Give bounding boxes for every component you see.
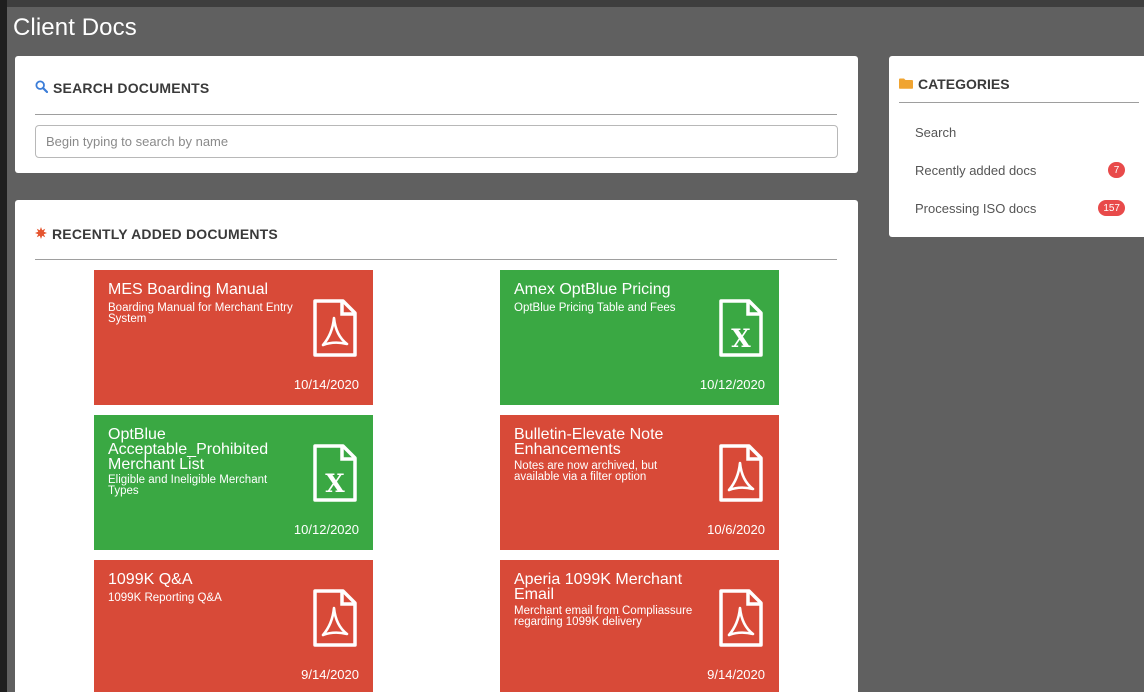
- document-date: 10/12/2020: [699, 377, 765, 392]
- pdf-file-icon: [311, 298, 359, 358]
- document-date: 10/12/2020: [293, 522, 359, 537]
- search-heading-label: SEARCH DOCUMENTS: [53, 80, 210, 96]
- document-title: Aperia 1099K Merchant Email: [514, 571, 683, 603]
- document-title: OptBlue Acceptable_Prohibited Merchant L…: [108, 426, 269, 473]
- category-label: Search: [915, 124, 957, 140]
- categories-divider: [899, 102, 1139, 103]
- document-tile[interactable]: Amex OptBlue Pricing OptBlue Pricing Tab…: [500, 270, 779, 405]
- app-title: Client Docs: [13, 14, 137, 41]
- document-description: Boarding Manual for Merchant Entry Syste…: [108, 302, 293, 325]
- document-date: 9/14/2020: [301, 667, 359, 682]
- recent-divider: [35, 259, 837, 260]
- svg-text:X: X: [731, 324, 751, 353]
- pdf-file-icon: [311, 588, 359, 648]
- search-panel: SEARCH DOCUMENTS: [15, 56, 858, 173]
- pdf-file-icon: [717, 443, 765, 503]
- excel-file-icon: X: [717, 298, 765, 358]
- document-tile[interactable]: Bulletin-Elevate Note Enhancements Notes…: [500, 415, 779, 550]
- document-description: Merchant email from Compliassure regardi…: [514, 605, 693, 628]
- category-label: Processing ISO docs: [915, 200, 1037, 216]
- window-left-border: [0, 0, 7, 692]
- search-input[interactable]: [35, 125, 838, 158]
- document-tile[interactable]: OptBlue Acceptable_Prohibited Merchant L…: [94, 415, 373, 550]
- document-description: Notes are now archived, but available vi…: [514, 460, 658, 483]
- document-date: 10/14/2020: [293, 377, 359, 392]
- excel-file-icon: X: [311, 443, 359, 503]
- document-title: 1099K Q&A: [108, 571, 193, 588]
- pdf-file-icon: [717, 588, 765, 648]
- document-title: Bulletin-Elevate Note Enhancements: [514, 426, 664, 458]
- folder-icon: [899, 76, 913, 92]
- category-item-recently-added[interactable]: Recently added docs 7: [915, 160, 1125, 180]
- search-heading: SEARCH DOCUMENTS: [35, 80, 209, 96]
- count-badge: 157: [1098, 200, 1125, 216]
- category-label: Recently added docs: [915, 162, 1037, 178]
- category-item-processing-iso[interactable]: Processing ISO docs 157: [915, 198, 1125, 218]
- document-tile[interactable]: MES Boarding Manual Boarding Manual for …: [94, 270, 373, 405]
- svg-text:X: X: [325, 469, 345, 498]
- categories-heading: CATEGORIES: [899, 76, 1010, 92]
- search-divider: [35, 114, 837, 115]
- document-description: Eligible and Ineligible Merchant Types: [108, 474, 268, 497]
- document-date: 10/6/2020: [707, 522, 765, 537]
- starburst-icon: [35, 226, 47, 242]
- document-tile[interactable]: Aperia 1099K Merchant Email Merchant ema…: [500, 560, 779, 692]
- categories-panel: CATEGORIES Search Recently added docs 7 …: [889, 56, 1144, 237]
- document-description: 1099K Reporting Q&A: [108, 592, 222, 604]
- search-icon: [35, 80, 49, 96]
- window-top-border: [0, 0, 1144, 7]
- recent-heading: RECENTLY ADDED DOCUMENTS: [35, 226, 278, 242]
- count-badge: 7: [1108, 162, 1125, 178]
- categories-heading-label: CATEGORIES: [918, 76, 1010, 92]
- document-title: Amex OptBlue Pricing: [514, 281, 671, 298]
- document-tile[interactable]: 1099K Q&A 1099K Reporting Q&A 9/14/2020: [94, 560, 373, 692]
- document-date: 9/14/2020: [707, 667, 765, 682]
- category-item-search[interactable]: Search: [915, 122, 1125, 142]
- document-title: MES Boarding Manual: [108, 281, 269, 298]
- recent-heading-label: RECENTLY ADDED DOCUMENTS: [52, 226, 278, 242]
- document-description: OptBlue Pricing Table and Fees: [514, 302, 676, 314]
